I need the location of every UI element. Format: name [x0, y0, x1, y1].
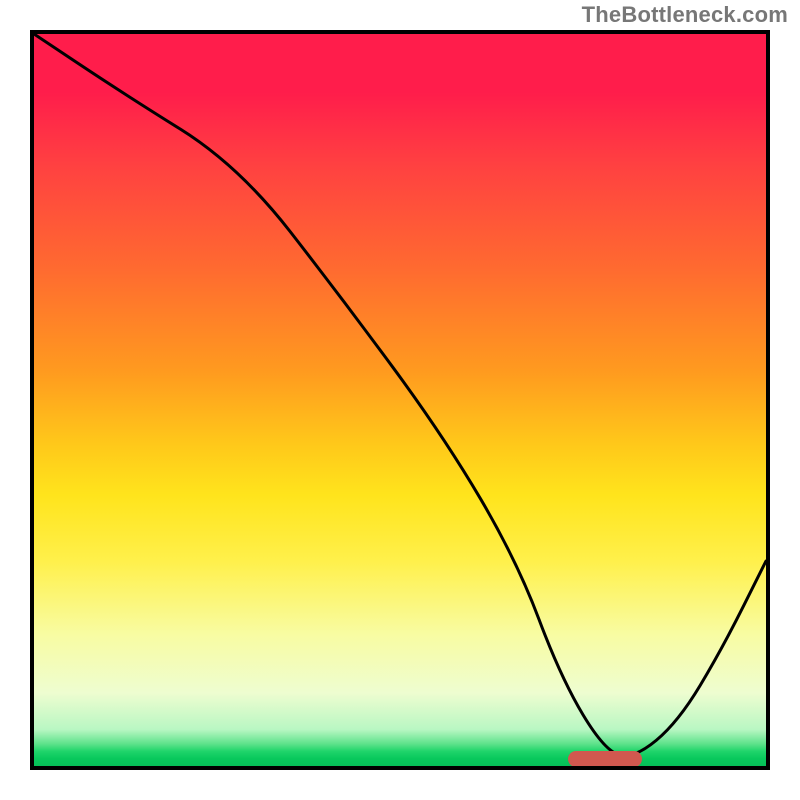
- chart-stage: TheBottleneck.com: [0, 0, 800, 800]
- bottleneck-curve: [34, 34, 766, 766]
- watermark-label: TheBottleneck.com: [582, 2, 788, 28]
- bottleneck-curve-path: [34, 34, 766, 756]
- optimal-marker: [568, 751, 641, 767]
- plot-frame: [30, 30, 770, 770]
